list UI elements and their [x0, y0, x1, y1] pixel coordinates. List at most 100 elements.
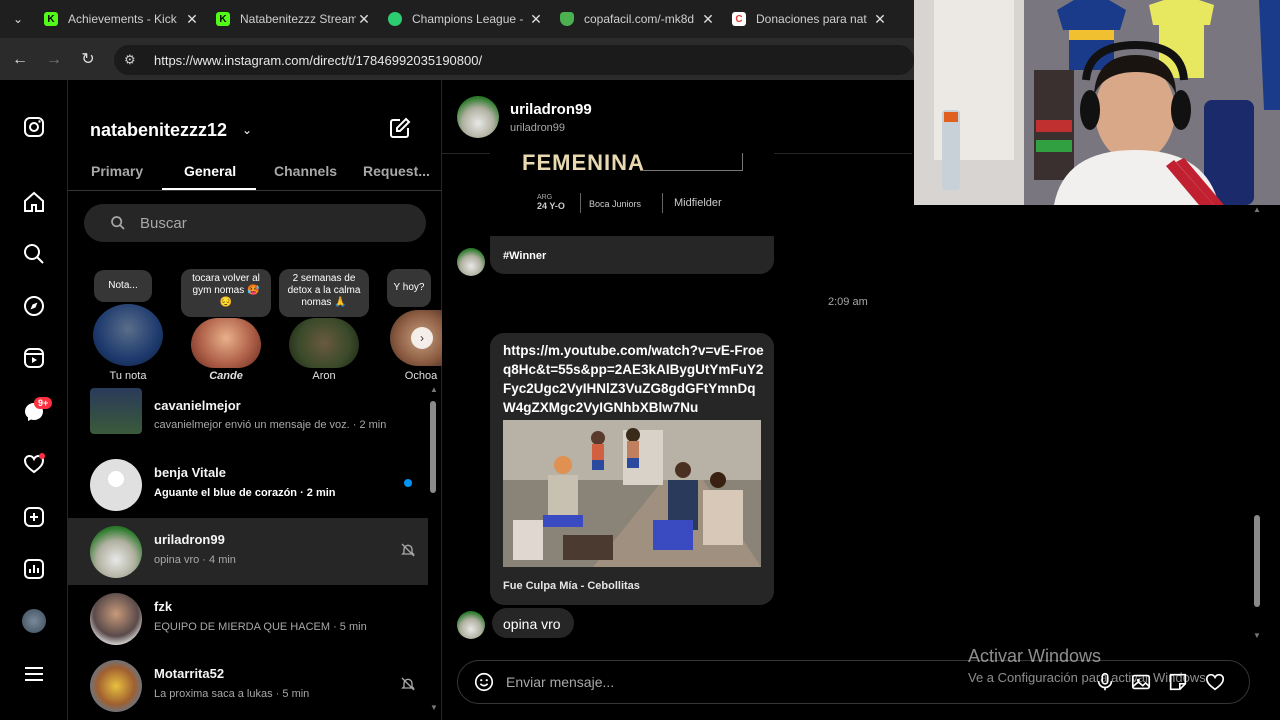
c-icon: C	[732, 12, 746, 26]
tab-primary[interactable]: Primary	[91, 163, 143, 179]
video-thumbnail[interactable]	[503, 420, 761, 567]
emoji-icon[interactable]	[473, 671, 495, 693]
avatar[interactable]	[191, 318, 261, 368]
url-bar[interactable]: ⚙ https://www.instagram.com/direct/t/178…	[114, 45, 914, 75]
instagram-icon[interactable]	[22, 115, 46, 139]
thread-preview: Aguante el blue de corazón · 2 min	[154, 487, 336, 499]
message-text: opina vro	[503, 616, 561, 632]
card-divider	[640, 153, 743, 171]
list-item[interactable]: uriladron99 opina vro · 4 min	[68, 518, 428, 585]
chat-contact-handle: uriladron99	[510, 122, 566, 134]
message-bubble[interactable]: opina vro	[492, 608, 574, 638]
close-tab-icon[interactable]: ✕	[184, 11, 200, 28]
note-bubble[interactable]: 2 semanas de detox a la calma nomas 🙏	[279, 269, 369, 317]
card-separator	[580, 193, 581, 213]
card-club: Boca Juniors	[589, 199, 642, 209]
notifications-heart-icon[interactable]	[22, 452, 46, 476]
thread-name: Motarrita52	[154, 666, 225, 681]
site-settings-icon[interactable]: ⚙	[124, 52, 144, 68]
link-caption: Fue Culpa Mía - Cebollitas	[503, 580, 640, 592]
tab-channels[interactable]: Channels	[274, 163, 337, 179]
tab-requests[interactable]: Request...	[363, 163, 430, 179]
card-position: Midfielder	[674, 197, 722, 209]
thread-name: cavanielmejor	[154, 398, 241, 413]
search-input[interactable]: Buscar	[84, 204, 426, 242]
create-icon[interactable]	[22, 505, 46, 529]
card-title: FEMENINA	[522, 150, 645, 175]
thread-name: uriladron99	[154, 532, 225, 547]
chat-scrollbar[interactable]: ▲ ▼	[1252, 205, 1262, 645]
message-bubble[interactable]: #Winner	[490, 236, 774, 274]
forward-icon[interactable]: →	[44, 50, 64, 70]
search-icon	[111, 216, 125, 230]
close-tab-icon[interactable]: ✕	[700, 11, 716, 28]
chat-contact-name[interactable]: uriladron99	[510, 101, 592, 118]
avatar	[90, 526, 142, 578]
browser-tab[interactable]: K Natabenitezzz Stream ✕	[208, 0, 380, 38]
avatar	[90, 593, 142, 645]
chevron-down-icon[interactable]: ⌄	[242, 123, 252, 137]
note-label: Tu nota	[109, 370, 147, 382]
copa-icon	[560, 12, 574, 26]
thread-preview: cavanielmejor envió un mensaje de voz. ·…	[154, 419, 387, 431]
tab-search-chevron-icon[interactable]: ⌄	[0, 0, 36, 38]
inbox-tabs: Primary General Channels Request...	[68, 155, 442, 191]
avatar	[457, 248, 485, 276]
tab-general[interactable]: General	[184, 163, 236, 179]
avatar[interactable]	[289, 318, 359, 368]
avatar[interactable]	[93, 304, 163, 366]
muted-bell-icon	[401, 543, 415, 557]
card-country: ARG	[537, 194, 553, 201]
close-tab-icon[interactable]: ✕	[872, 11, 888, 28]
close-tab-icon[interactable]: ✕	[528, 11, 544, 28]
muted-bell-icon	[401, 677, 415, 691]
url-text: https://www.instagram.com/direct/t/17846…	[154, 52, 483, 68]
search-icon[interactable]	[22, 242, 46, 266]
note-bubble[interactable]: Nota...	[94, 270, 152, 302]
card-separator	[662, 193, 663, 213]
home-icon[interactable]	[22, 190, 46, 214]
avatar	[90, 459, 142, 511]
inbox-scrollbar[interactable]: ▲ ▼	[429, 385, 438, 715]
list-item[interactable]: cavanielmejor cavanielmejor envió un men…	[68, 388, 428, 455]
list-item[interactable]: benja Vitale Aguante el blue de corazón …	[68, 451, 428, 518]
account-username[interactable]: natabenitezzz12	[90, 120, 227, 141]
list-item[interactable]: Motarrita52 La proxima saca a lukas · 5 …	[68, 652, 428, 719]
thread-name: fzk	[154, 599, 173, 614]
browser-tab[interactable]: Champions League - ✕	[380, 0, 552, 38]
compose-icon[interactable]	[388, 116, 412, 140]
chevron-right-icon[interactable]: ›	[411, 327, 433, 349]
browser-tab[interactable]: K Achievements - Kick ✕	[36, 0, 208, 38]
message-text: #Winner	[503, 250, 547, 262]
kick-icon: K	[216, 12, 230, 26]
more-menu-icon[interactable]	[22, 662, 46, 686]
active-tab-indicator	[162, 188, 256, 190]
globe-icon	[388, 12, 402, 26]
unread-dot	[404, 479, 412, 487]
message-link[interactable]: https://m.youtube.com/watch?v=vE-Froeq8H…	[503, 341, 765, 417]
list-item[interactable]: fzk EQUIPO DE MIERDA QUE HACEM · 5 min	[68, 585, 428, 652]
avatar	[90, 388, 142, 434]
thread-name: benja Vitale	[154, 465, 227, 480]
windows-activation-title: Activar Windows	[968, 646, 1102, 666]
avatar	[90, 660, 142, 712]
avatar	[457, 611, 485, 639]
back-icon[interactable]: ←	[10, 50, 30, 70]
reels-icon[interactable]	[22, 346, 46, 370]
dashboard-icon[interactable]	[22, 557, 46, 581]
note-label: Cande	[209, 370, 243, 382]
reload-icon[interactable]: ↻	[78, 50, 98, 70]
browser-tab[interactable]: copafacil.com/-mk8d ✕	[552, 0, 724, 38]
browser-tab[interactable]: C Donaciones para nat ✕	[724, 0, 896, 38]
windows-activation-subtitle: Ve a Configuración para activar Windows.	[968, 670, 1210, 685]
thread-preview: opina vro · 4 min	[154, 554, 236, 566]
avatar[interactable]	[457, 96, 499, 138]
close-tab-icon[interactable]: ✕	[356, 11, 372, 28]
note-bubble[interactable]: Y hoy?	[387, 269, 431, 307]
explore-icon[interactable]	[22, 294, 46, 318]
profile-avatar-icon[interactable]	[22, 609, 46, 633]
note-bubble[interactable]: tocara volver al gym nomas 🥵😔	[181, 269, 271, 317]
webcam-overlay	[914, 0, 1280, 205]
card-age: 24 Y-O	[537, 201, 565, 211]
thread-preview: EQUIPO DE MIERDA QUE HACEM · 5 min	[154, 621, 367, 633]
